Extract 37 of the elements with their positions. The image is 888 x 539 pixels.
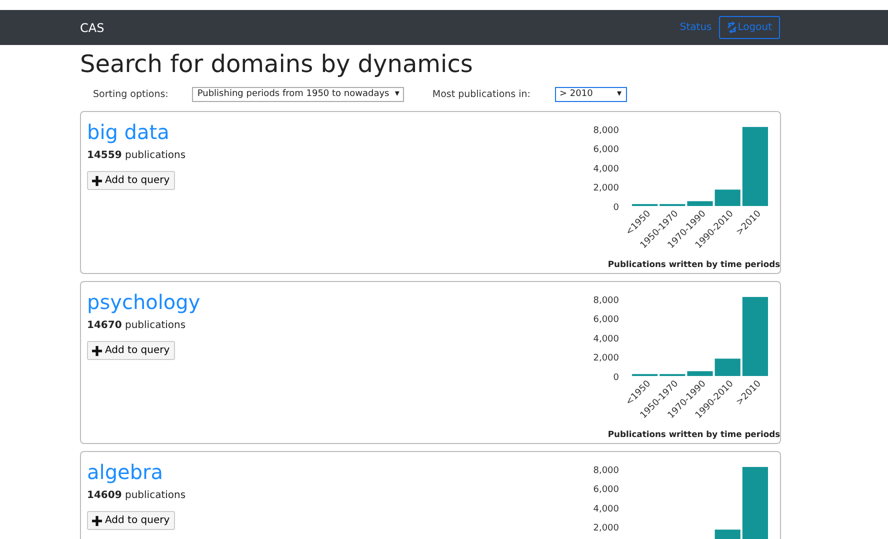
- y-tick-label: 0: [613, 373, 619, 383]
- add-to-query-button[interactable]: Add to query: [87, 511, 175, 530]
- plus-icon: [92, 346, 102, 356]
- filter-dropdown[interactable]: Publishing periods from 1950 to nowadays ▾: [192, 86, 404, 102]
- y-tick-label: 6,000: [593, 485, 619, 496]
- chart-title: Publications written by time periods: [608, 429, 780, 439]
- add-to-query-button[interactable]: Add to query: [87, 341, 175, 360]
- bar: [714, 358, 740, 376]
- y-tick-label: 6,000: [593, 315, 619, 326]
- publication-count: 14609 publications: [87, 490, 186, 501]
- plus-icon: [92, 176, 102, 186]
- filter-dropdown[interactable]: > 2010 ▾: [554, 86, 627, 102]
- y-tick-label: 0: [613, 203, 619, 213]
- brand-name[interactable]: CAS: [80, 20, 104, 34]
- y-tick-label: 4,000: [593, 164, 619, 174]
- filter-label: Most publications in:: [432, 88, 531, 100]
- y-tick-label: 2,000: [593, 524, 619, 534]
- bar: [714, 190, 740, 206]
- publication-count: 14559 publications: [87, 150, 186, 161]
- y-tick-label: 2,000: [593, 184, 619, 194]
- bar: [687, 201, 713, 206]
- y-tick-label: 8,000: [593, 126, 619, 136]
- plus-icon: [92, 516, 102, 526]
- chart-title: Publications written by time periods: [608, 259, 780, 269]
- publication-count: 14670 publications: [87, 320, 186, 331]
- y-tick-label: 4,000: [593, 504, 619, 514]
- y-tick-label: 8,000: [593, 466, 619, 476]
- y-tick-label: 2,000: [593, 354, 619, 364]
- link-icon: [726, 22, 737, 33]
- bar: [687, 371, 713, 376]
- filter-label: Sorting options:: [93, 88, 168, 100]
- y-tick-label: 6,000: [593, 145, 619, 156]
- y-tick-label: 4,000: [593, 334, 619, 344]
- page-title: Search for domains by dynamics: [80, 49, 474, 79]
- add-to-query-button[interactable]: Add to query: [87, 171, 175, 190]
- bar: [714, 530, 740, 539]
- y-tick-label: 8,000: [593, 296, 619, 306]
